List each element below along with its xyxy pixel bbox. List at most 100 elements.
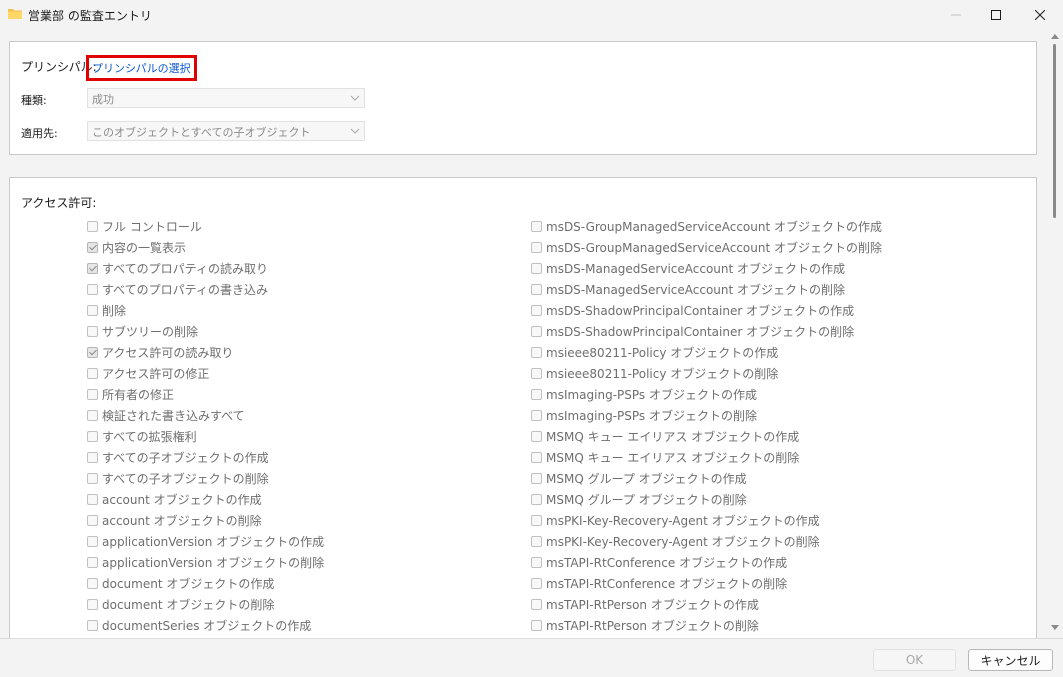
permission-checkbox[interactable] <box>87 620 98 631</box>
permission-label: アクセス許可の修正 <box>102 367 210 381</box>
permission-checkbox[interactable] <box>87 347 98 358</box>
scrollbar-thumb[interactable] <box>1053 44 1056 218</box>
close-icon <box>1035 10 1045 20</box>
permission-item: すべての拡張権利 <box>87 426 324 447</box>
permission-label: すべての拡張権利 <box>102 430 197 444</box>
permission-checkbox[interactable] <box>531 305 542 316</box>
permission-checkbox[interactable] <box>531 515 542 526</box>
permission-checkbox[interactable] <box>531 326 542 337</box>
permission-item: msImaging-PSPs オブジェクトの作成 <box>531 384 882 405</box>
permission-item: MSMQ グループ オブジェクトの作成 <box>531 468 882 489</box>
permission-label: フル コントロール <box>102 220 202 234</box>
permission-checkbox[interactable] <box>87 389 98 400</box>
permission-checkbox[interactable] <box>87 473 98 484</box>
permission-label: msDS-ManagedServiceAccount オブジェクトの作成 <box>546 262 846 276</box>
permission-label: msImaging-PSPs オブジェクトの作成 <box>546 388 757 402</box>
permission-checkbox[interactable] <box>531 620 542 631</box>
permission-label: MSMQ グループ オブジェクトの削除 <box>546 493 747 507</box>
permission-checkbox[interactable] <box>87 263 98 274</box>
applies-to-select[interactable]: このオブジェクトとすべての子オブジェクト <box>87 121 365 141</box>
permission-label: 所有者の修正 <box>102 388 175 402</box>
maximize-button[interactable] <box>973 0 1019 30</box>
permission-checkbox[interactable] <box>87 410 98 421</box>
permission-checkbox[interactable] <box>87 494 98 505</box>
permission-checkbox[interactable] <box>87 242 98 253</box>
permission-item: 所有者の修正 <box>87 384 324 405</box>
permission-checkbox[interactable] <box>87 326 98 337</box>
permission-label: msTAPI-RtPerson オブジェクトの削除 <box>546 619 759 633</box>
permission-item: 検証された書き込みすべて <box>87 405 324 426</box>
scroll-up-icon[interactable] <box>1051 33 1059 39</box>
permission-checkbox[interactable] <box>531 557 542 568</box>
permission-label: msImaging-PSPs オブジェクトの削除 <box>546 409 757 423</box>
permission-checkbox[interactable] <box>531 368 542 379</box>
permission-item: msTAPI-RtPerson オブジェクトの作成 <box>531 594 882 615</box>
permission-label: account オブジェクトの作成 <box>102 493 262 507</box>
permission-item: アクセス許可の読み取り <box>87 342 324 363</box>
permission-label: 削除 <box>102 304 127 318</box>
permission-checkbox[interactable] <box>87 368 98 379</box>
permission-item: MSMQ キュー エイリアス オブジェクトの作成 <box>531 426 882 447</box>
permission-checkbox[interactable] <box>87 284 98 295</box>
permission-label: msDS-ManagedServiceAccount オブジェクトの削除 <box>546 283 846 297</box>
permission-label: msPKI-Key-Recovery-Agent オブジェクトの作成 <box>546 514 820 528</box>
permission-item: すべての子オブジェクトの作成 <box>87 447 324 468</box>
permission-checkbox[interactable] <box>531 494 542 505</box>
permission-checkbox[interactable] <box>531 599 542 610</box>
permission-checkbox[interactable] <box>87 431 98 442</box>
permission-item: documentSeries オブジェクトの作成 <box>87 615 324 636</box>
ok-button[interactable]: OK <box>873 649 956 671</box>
permission-checkbox[interactable] <box>531 242 542 253</box>
permission-label: msDS-GroupManagedServiceAccount オブジェクトの作… <box>546 220 883 234</box>
permission-item: document オブジェクトの作成 <box>87 573 324 594</box>
permission-checkbox[interactable] <box>531 389 542 400</box>
permission-checkbox[interactable] <box>87 578 98 589</box>
permission-checkbox[interactable] <box>87 305 98 316</box>
permission-item: msieee80211-Policy オブジェクトの削除 <box>531 363 882 384</box>
permission-checkbox[interactable] <box>531 431 542 442</box>
permission-checkbox[interactable] <box>531 452 542 463</box>
permission-item: msPKI-Key-Recovery-Agent オブジェクトの削除 <box>531 531 882 552</box>
permission-checkbox[interactable] <box>531 263 542 274</box>
applies-to-select-value: このオブジェクトとすべての子オブジェクト <box>92 126 311 139</box>
permission-item: document オブジェクトの削除 <box>87 594 324 615</box>
permission-checkbox[interactable] <box>87 557 98 568</box>
type-select[interactable]: 成功 <box>87 88 365 108</box>
permission-label: account オブジェクトの削除 <box>102 514 262 528</box>
cancel-button[interactable]: キャンセル <box>968 649 1053 671</box>
permission-item: msTAPI-RtConference オブジェクトの作成 <box>531 552 882 573</box>
folder-icon <box>8 9 22 19</box>
permission-label: 検証された書き込みすべて <box>102 409 245 423</box>
permission-checkbox[interactable] <box>87 536 98 547</box>
permission-checkbox[interactable] <box>87 599 98 610</box>
permission-checkbox[interactable] <box>531 347 542 358</box>
permission-item: msDS-ShadowPrincipalContainer オブジェクトの作成 <box>531 300 882 321</box>
permission-label: msDS-ShadowPrincipalContainer オブジェクトの削除 <box>546 325 855 339</box>
permission-checkbox[interactable] <box>87 221 98 232</box>
select-principal-link[interactable]: プリンシパルの選択 <box>86 55 197 81</box>
permission-item: 内容の一覧表示 <box>87 237 324 258</box>
permission-checkbox[interactable] <box>531 221 542 232</box>
permission-label: MSMQ キュー エイリアス オブジェクトの作成 <box>546 430 800 444</box>
permissions-list-right: msDS-GroupManagedServiceAccount オブジェクトの作… <box>531 216 882 636</box>
permission-checkbox[interactable] <box>531 284 542 295</box>
permission-checkbox[interactable] <box>531 578 542 589</box>
permission-label: msieee80211-Policy オブジェクトの削除 <box>546 367 779 381</box>
vertical-scrollbar[interactable] <box>1047 30 1063 638</box>
permission-label: msTAPI-RtConference オブジェクトの削除 <box>546 577 788 591</box>
permission-checkbox[interactable] <box>531 473 542 484</box>
permission-checkbox[interactable] <box>87 452 98 463</box>
permission-checkbox[interactable] <box>87 515 98 526</box>
permission-item: account オブジェクトの作成 <box>87 489 324 510</box>
minimize-icon <box>951 14 961 16</box>
close-button[interactable] <box>1017 0 1063 30</box>
permission-label: documentSeries オブジェクトの作成 <box>102 619 312 633</box>
scroll-down-icon[interactable] <box>1051 625 1059 631</box>
permission-item: msDS-ShadowPrincipalContainer オブジェクトの削除 <box>531 321 882 342</box>
principal-group: プリンシパル: プリンシパルの選択 種類: 成功 適用先: このオブジェクトとす… <box>9 41 1037 155</box>
permission-checkbox[interactable] <box>531 410 542 421</box>
permission-checkbox[interactable] <box>531 536 542 547</box>
permission-item: アクセス許可の修正 <box>87 363 324 384</box>
permission-item: サブツリーの削除 <box>87 321 324 342</box>
permission-label: サブツリーの削除 <box>102 325 199 339</box>
